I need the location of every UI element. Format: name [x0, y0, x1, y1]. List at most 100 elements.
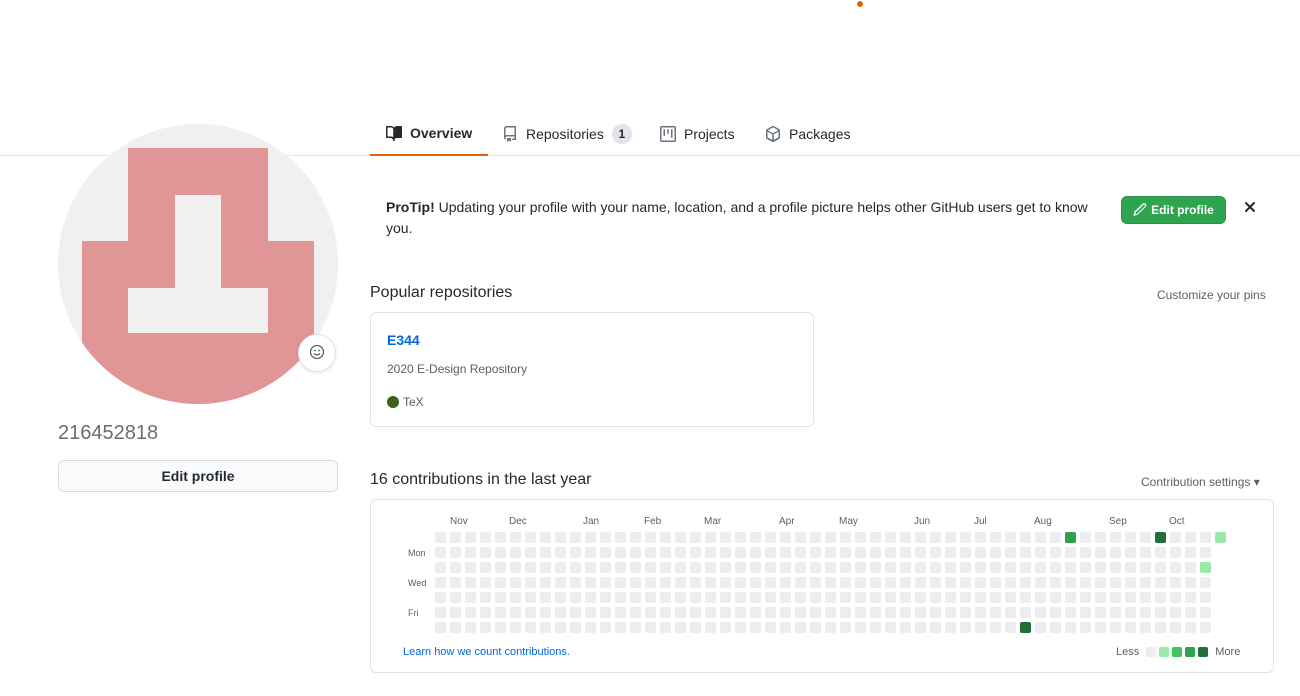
- contribution-day[interactable]: [795, 562, 806, 573]
- contribution-day[interactable]: [510, 547, 521, 558]
- contribution-day[interactable]: [1095, 592, 1106, 603]
- contribution-day[interactable]: [1110, 547, 1121, 558]
- contribution-day[interactable]: [615, 532, 626, 543]
- contribution-day[interactable]: [630, 607, 641, 618]
- contribution-day[interactable]: [840, 532, 851, 543]
- contribution-day[interactable]: [780, 592, 791, 603]
- contribution-day[interactable]: [555, 562, 566, 573]
- contribution-day[interactable]: [1050, 607, 1061, 618]
- contribution-day[interactable]: [495, 592, 506, 603]
- contribution-day[interactable]: [435, 562, 446, 573]
- contribution-day[interactable]: [1095, 622, 1106, 633]
- contribution-day[interactable]: [1095, 577, 1106, 588]
- contribution-day[interactable]: [945, 607, 956, 618]
- contribution-day[interactable]: [975, 607, 986, 618]
- avatar[interactable]: [58, 124, 338, 404]
- contribution-day[interactable]: [1200, 607, 1211, 618]
- contribution-day[interactable]: [990, 592, 1001, 603]
- contribution-day[interactable]: [585, 622, 596, 633]
- contribution-day[interactable]: [1065, 577, 1076, 588]
- contribution-day[interactable]: [735, 532, 746, 543]
- tab-packages[interactable]: Packages: [765, 112, 850, 155]
- contribution-day[interactable]: [450, 562, 461, 573]
- contribution-day[interactable]: [1185, 577, 1196, 588]
- contribution-day[interactable]: [480, 577, 491, 588]
- contribution-day[interactable]: [495, 532, 506, 543]
- contribution-day[interactable]: [810, 607, 821, 618]
- contribution-day[interactable]: [1110, 532, 1121, 543]
- contribution-day[interactable]: [720, 607, 731, 618]
- contribution-day[interactable]: [795, 532, 806, 543]
- contribution-day[interactable]: [510, 532, 521, 543]
- contribution-day[interactable]: [1035, 562, 1046, 573]
- contribution-day[interactable]: [675, 607, 686, 618]
- contribution-day[interactable]: [1140, 577, 1151, 588]
- contribution-day[interactable]: [555, 607, 566, 618]
- contribution-day[interactable]: [975, 577, 986, 588]
- contribution-day[interactable]: [1050, 577, 1061, 588]
- contribution-day[interactable]: [615, 562, 626, 573]
- contribution-day[interactable]: [840, 607, 851, 618]
- contribution-day[interactable]: [825, 592, 836, 603]
- contribution-day[interactable]: [1185, 622, 1196, 633]
- contribution-day[interactable]: [960, 562, 971, 573]
- contribution-day[interactable]: [945, 592, 956, 603]
- contribution-day[interactable]: [1170, 562, 1181, 573]
- contribution-day[interactable]: [1170, 607, 1181, 618]
- contribution-day[interactable]: [990, 607, 1001, 618]
- contribution-day[interactable]: [915, 622, 926, 633]
- contribution-day[interactable]: [975, 622, 986, 633]
- contribution-day[interactable]: [750, 622, 761, 633]
- contribution-day[interactable]: [1110, 577, 1121, 588]
- contribution-day[interactable]: [735, 607, 746, 618]
- contribution-day[interactable]: [720, 562, 731, 573]
- contribution-day[interactable]: [1080, 592, 1091, 603]
- contribution-day[interactable]: [1005, 607, 1016, 618]
- contribution-day[interactable]: [660, 577, 671, 588]
- contribution-day[interactable]: [510, 622, 521, 633]
- contribution-day[interactable]: [465, 592, 476, 603]
- contribution-day[interactable]: [660, 532, 671, 543]
- contribution-day[interactable]: [675, 577, 686, 588]
- contribution-day[interactable]: [645, 577, 656, 588]
- contribution-day[interactable]: [1035, 592, 1046, 603]
- contribution-day[interactable]: [465, 607, 476, 618]
- contribution-day[interactable]: [1050, 592, 1061, 603]
- contribution-day[interactable]: [1020, 532, 1031, 543]
- contribution-day[interactable]: [1110, 622, 1121, 633]
- contribution-day[interactable]: [1185, 607, 1196, 618]
- contribution-day[interactable]: [945, 532, 956, 543]
- contribution-day[interactable]: [675, 622, 686, 633]
- set-status-button[interactable]: [298, 334, 336, 372]
- contribution-day[interactable]: [795, 592, 806, 603]
- contribution-day[interactable]: [1155, 532, 1166, 543]
- contribution-day[interactable]: [750, 547, 761, 558]
- contribution-day[interactable]: [840, 592, 851, 603]
- contribution-day[interactable]: [960, 592, 971, 603]
- contribution-day[interactable]: [1110, 592, 1121, 603]
- contribution-day[interactable]: [810, 592, 821, 603]
- contribution-day[interactable]: [495, 577, 506, 588]
- contribution-day[interactable]: [1005, 622, 1016, 633]
- contribution-day[interactable]: [540, 607, 551, 618]
- contribution-day[interactable]: [900, 577, 911, 588]
- contribution-day[interactable]: [525, 592, 536, 603]
- contribution-day[interactable]: [1140, 622, 1151, 633]
- contribution-day[interactable]: [660, 607, 671, 618]
- contribution-day[interactable]: [540, 547, 551, 558]
- contribution-day[interactable]: [825, 622, 836, 633]
- contribution-day[interactable]: [930, 577, 941, 588]
- contribution-day[interactable]: [1020, 622, 1031, 633]
- contribution-day[interactable]: [795, 622, 806, 633]
- contribution-day[interactable]: [735, 577, 746, 588]
- contribution-day[interactable]: [1065, 562, 1076, 573]
- contribution-day[interactable]: [465, 532, 476, 543]
- contribution-day[interactable]: [570, 577, 581, 588]
- contribution-day[interactable]: [555, 532, 566, 543]
- contribution-day[interactable]: [870, 607, 881, 618]
- contribution-day[interactable]: [585, 607, 596, 618]
- contribution-day[interactable]: [600, 562, 611, 573]
- contribution-day[interactable]: [690, 577, 701, 588]
- contribution-day[interactable]: [465, 622, 476, 633]
- contribution-day[interactable]: [900, 532, 911, 543]
